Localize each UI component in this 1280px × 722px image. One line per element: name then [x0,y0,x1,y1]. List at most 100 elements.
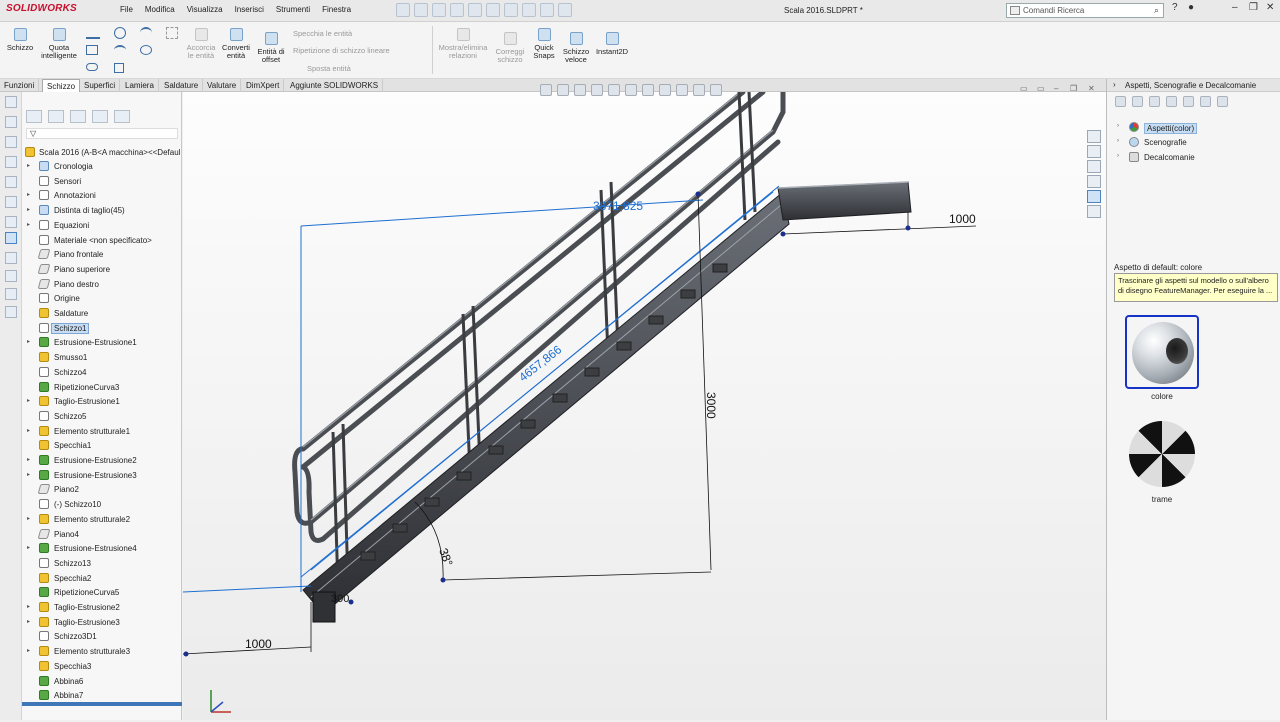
expand-arrow-icon[interactable]: ▸ [27,618,30,625]
file-explorer-icon[interactable] [1087,160,1101,173]
maximize-icon[interactable]: ❐ [1249,2,1258,13]
viewport-tile-icon[interactable]: ▭ [1037,84,1045,93]
expand-arrow-icon[interactable]: › [1117,123,1119,129]
tab-lamiera[interactable]: Lamiera [121,79,159,92]
tab-saldature[interactable]: Saldature [160,79,204,92]
close-icon[interactable]: ✕ [1266,2,1274,13]
tab-valutare[interactable]: Valutare [203,79,242,92]
search-icon[interactable]: ⌕ [1154,5,1159,16]
appearance-thumb-colore[interactable] [1125,315,1199,389]
strip-tool-icon[interactable] [5,116,17,128]
strip-tool-icon[interactable] [5,136,17,148]
viewport-close-icon[interactable]: ✕ [1088,84,1095,93]
strip-tool-icon[interactable] [5,196,17,208]
display-manager-tab-icon[interactable] [114,110,130,123]
strip-tool-icon[interactable] [5,232,17,244]
search-input[interactable]: Comandi Ricerca ⌕ [1006,3,1164,18]
spline-icon[interactable] [140,27,152,39]
expand-arrow-icon[interactable]: ▸ [27,206,30,213]
instant2d-button[interactable]: Instant2D [594,32,630,56]
graphics-area[interactable]: 3871,825 4657,866 1000 3000 38° 1000 300 [182,89,1106,720]
view-settings-icon[interactable] [710,84,722,96]
dimension-angle[interactable]: 38° [436,546,455,568]
configuration-manager-tab-icon[interactable] [70,110,86,123]
expand-arrow-icon[interactable]: ▸ [27,647,30,654]
menu-modifica[interactable]: Modifica [145,5,175,14]
zoom-area-icon[interactable] [557,84,569,96]
dimension-bottom-small[interactable]: 300 [331,593,349,605]
undo-icon[interactable] [486,3,500,17]
menu-strumenti[interactable]: Strumenti [276,5,310,14]
display-relations-button[interactable]: Mostra/elimina relazioni [436,28,490,60]
slot-icon[interactable] [86,63,98,71]
move-entities-button[interactable]: Sposta entità [307,64,351,73]
zoom-fit-icon[interactable] [540,84,552,96]
repair-sketch-button[interactable]: Correggi schizzo [493,32,527,64]
forward-icon[interactable] [1132,96,1143,107]
linear-pattern-button[interactable]: Ripetizione di schizzo lineare [293,46,390,55]
new-icon[interactable] [414,3,428,17]
folder-options-icon[interactable] [1183,96,1194,107]
up-icon[interactable] [1217,96,1228,107]
strip-tool-icon[interactable] [5,252,17,264]
property-manager-tab-icon[interactable] [48,110,64,123]
refresh-icon[interactable] [1200,96,1211,107]
mirror-entities-button[interactable]: Specchia le entità [293,29,352,38]
viewport-restore-icon[interactable]: ▭ [1020,84,1028,93]
dimension-height[interactable]: 3000 [704,392,718,419]
display-style-icon[interactable] [642,84,654,96]
rebuild-icon[interactable] [522,3,536,17]
view-palette-icon[interactable] [1087,175,1101,188]
tree-scrollbar[interactable] [22,702,182,706]
offset-entities-button[interactable]: Entità di offset [254,32,288,64]
tree-filter[interactable]: ▽ [26,128,178,139]
dynamic-annotation-icon[interactable] [608,84,620,96]
rapid-sketch-button[interactable]: Schizzo veloce [560,32,592,64]
view-orientation-icon[interactable] [625,84,637,96]
expand-arrow-icon[interactable]: ▸ [27,191,30,198]
expand-arrow-icon[interactable]: ▸ [27,397,30,404]
feature-manager-tab-icon[interactable] [26,110,42,123]
select-icon[interactable] [504,3,518,17]
back-icon[interactable] [1115,96,1126,107]
expand-arrow-icon[interactable]: ▸ [27,162,30,169]
strip-tool-icon[interactable] [5,288,17,300]
save-icon[interactable] [450,3,464,17]
user-icon[interactable]: ● [1188,2,1194,13]
arc-icon[interactable] [114,45,126,55]
quick-snaps-button[interactable]: Quick Snaps [530,28,558,60]
print-icon[interactable] [468,3,482,17]
expand-arrow-icon[interactable]: ▸ [27,471,30,478]
viewport-maximize-icon[interactable]: ❐ [1070,84,1077,93]
circle-icon[interactable] [114,27,126,39]
collapse-chevron-icon[interactable]: › [1113,80,1116,89]
dimxpert-manager-tab-icon[interactable] [92,110,108,123]
menu-visualizza[interactable]: Visualizza [187,5,223,14]
expand-arrow-icon[interactable]: › [1117,153,1119,159]
expand-arrow-icon[interactable]: ▸ [27,515,30,522]
open-icon[interactable] [432,3,446,17]
strip-tool-icon[interactable] [5,306,17,318]
dimension-top-length[interactable]: 3871,825 [593,199,643,213]
trim-entities-button[interactable]: Accorcia le entità [183,28,219,60]
smart-dimension-button[interactable]: Quota intelligente [38,28,80,60]
previous-view-icon[interactable] [574,84,586,96]
sketch-geometry[interactable] [182,185,780,593]
expand-arrow-icon[interactable]: ▸ [27,544,30,551]
tab-dimxpert[interactable]: DimXpert [242,79,285,92]
hide-show-icon[interactable] [659,84,671,96]
expand-arrow-icon[interactable]: ▸ [27,338,30,345]
dimension-landing-length[interactable]: 1000 [949,212,976,226]
apply-scene-icon[interactable] [693,84,705,96]
minimize-icon[interactable]: – [1232,2,1238,13]
file-properties-icon[interactable] [540,3,554,17]
model-view[interactable]: 3871,825 4657,866 1000 3000 38° 1000 300 [182,89,1106,720]
expand-arrow-icon[interactable]: ▸ [27,221,30,228]
tab-funzioni[interactable]: Funzioni [0,79,40,92]
appearance-thumb-trame[interactable] [1125,417,1199,491]
sketch-button[interactable]: Schizzo [4,28,36,52]
ellipse-icon[interactable] [140,45,152,55]
menu-inserisci[interactable]: Inserisci [235,5,264,14]
help-icon[interactable]: ? [1172,2,1178,13]
menu-file[interactable]: File [120,5,133,14]
